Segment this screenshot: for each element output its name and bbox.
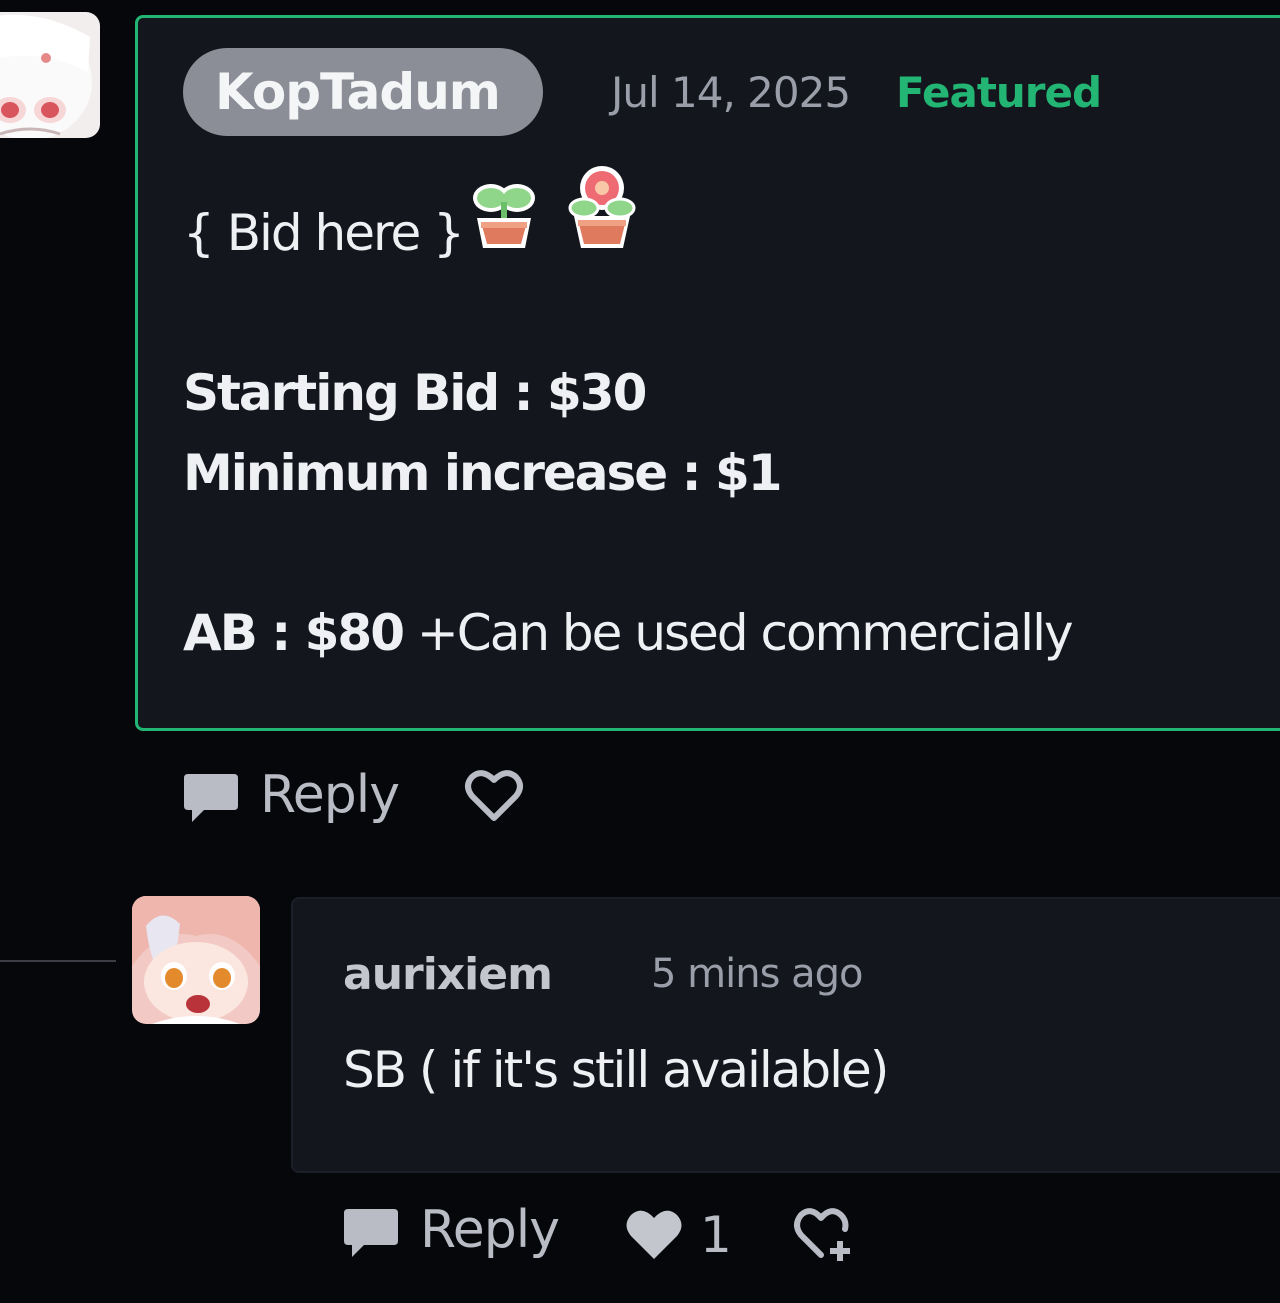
timestamp[interactable]: Jul 14, 2025 bbox=[611, 68, 851, 117]
comment-icon bbox=[344, 1209, 398, 1257]
avatar[interactable] bbox=[0, 12, 100, 138]
username[interactable]: aurixiem bbox=[343, 949, 553, 1000]
autobuy-line: AB : $80 +Can be used commercially bbox=[183, 604, 1074, 662]
timestamp[interactable]: 5 mins ago bbox=[651, 951, 864, 997]
gift-heart-icon bbox=[794, 1208, 850, 1261]
like-button[interactable] bbox=[464, 768, 524, 824]
reply-label: Reply bbox=[420, 1200, 560, 1260]
avatar[interactable] bbox=[132, 896, 260, 1024]
autobuy-price: AB : $80 bbox=[183, 604, 405, 662]
featured-badge: Featured bbox=[896, 68, 1102, 117]
reply-label: Reply bbox=[260, 765, 400, 825]
reply-text: SB ( if it's still available) bbox=[343, 1041, 889, 1099]
gift-button[interactable] bbox=[793, 1203, 859, 1265]
username-badge[interactable]: KopTadum bbox=[183, 48, 543, 136]
flower-pot-icon bbox=[568, 166, 636, 248]
heart-filled-icon bbox=[626, 1210, 682, 1259]
heart-outline-icon bbox=[465, 770, 523, 821]
comment-icon bbox=[184, 774, 238, 822]
like-button[interactable]: 1 bbox=[624, 1206, 732, 1264]
reply-button[interactable]: Reply bbox=[342, 1200, 560, 1260]
reply-button[interactable]: Reply bbox=[182, 765, 400, 825]
featured-comment-card: KopTadum Jul 14, 2025 Featured { Bid her… bbox=[135, 15, 1280, 731]
anime-avatar-white-hair-icon bbox=[0, 12, 100, 138]
username[interactable]: KopTadum bbox=[215, 63, 501, 121]
reply-comment-card: aurixiem 5 mins ago SB ( if it's still a… bbox=[291, 897, 1280, 1173]
bid-here-text: { Bid here } bbox=[183, 204, 465, 262]
sprout-pot-icon bbox=[473, 184, 535, 248]
thread-connector-line bbox=[0, 960, 116, 962]
autobuy-note: +Can be used commercially bbox=[403, 604, 1074, 662]
like-count: 1 bbox=[700, 1206, 732, 1264]
starting-bid-text: Starting Bid : $30 bbox=[183, 364, 647, 422]
anime-avatar-pink-hair-icon bbox=[132, 896, 260, 1024]
minimum-increase-text: Minimum increase : $1 bbox=[183, 444, 783, 502]
